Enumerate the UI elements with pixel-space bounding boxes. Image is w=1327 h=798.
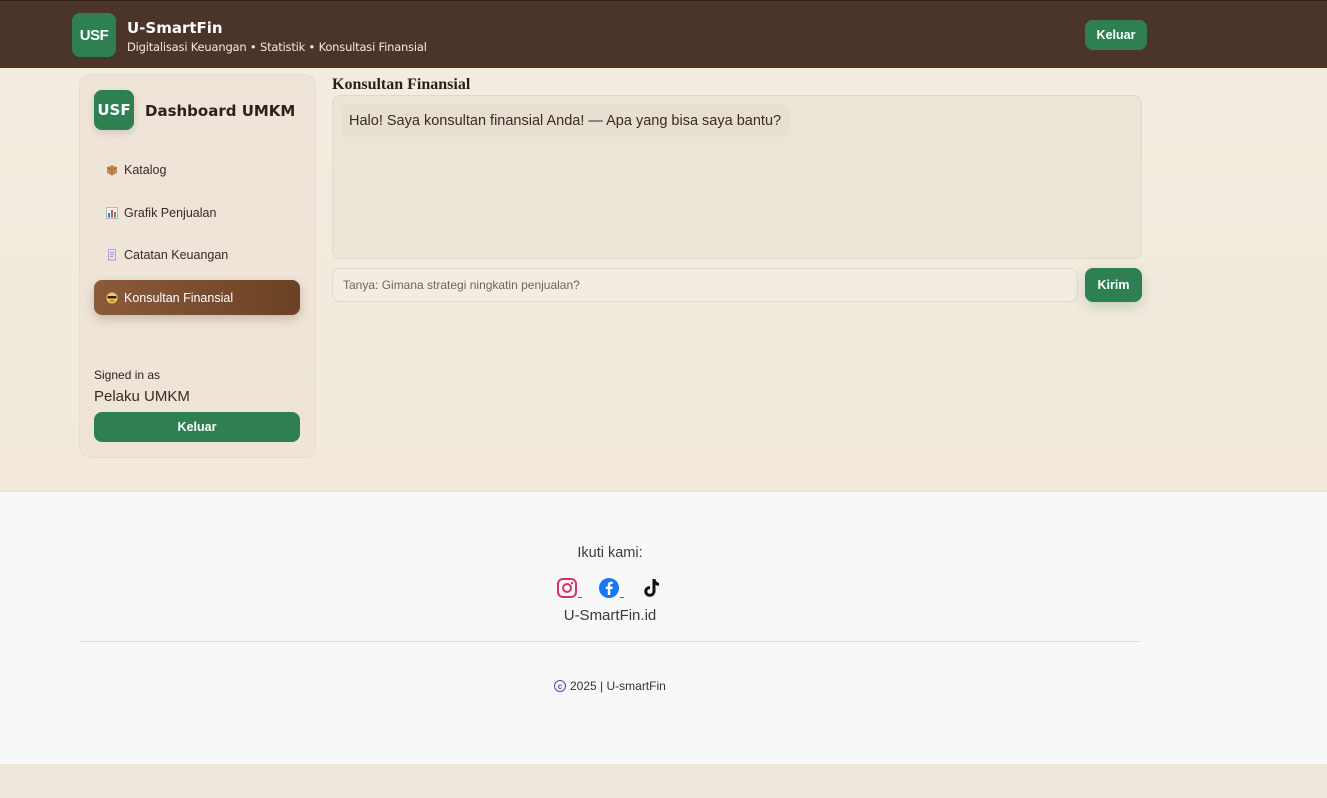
- top-header: USF U-SmartFin Digitalisasi Keuangan • S…: [0, 0, 1327, 68]
- social-handle: U-SmartFin.id: [563, 607, 657, 624]
- chat-message-area[interactable]: Halo! Saya konsultan finansial Anda! — A…: [332, 95, 1142, 259]
- footer-divider: [79, 641, 1140, 642]
- instagram-icon[interactable]: [556, 577, 588, 599]
- copyright: c 2025 | U-smartFin: [554, 679, 666, 693]
- follow-label: Ikuti kami:: [577, 545, 643, 561]
- sidebar-item-katalog[interactable]: Katalog: [94, 152, 300, 187]
- consultant-icon: [105, 291, 119, 305]
- brand-subtitle: Digitalisasi Keuangan • Statistik • Kons…: [127, 40, 427, 54]
- bottom-strip: [0, 764, 1327, 798]
- bar-chart-icon: [105, 206, 119, 220]
- sidebar-title: Dashboard UMKM: [145, 102, 296, 120]
- copyright-icon: c: [554, 680, 566, 692]
- header-logout-button[interactable]: Keluar: [1085, 20, 1147, 50]
- receipt-icon: [105, 248, 119, 262]
- sidebar-logout-button[interactable]: Keluar: [94, 412, 300, 442]
- sidebar-logo: USF: [94, 90, 134, 130]
- bot-message-bubble: Halo! Saya konsultan finansial Anda! — A…: [341, 104, 790, 137]
- send-button[interactable]: Kirim: [1085, 268, 1142, 302]
- chat-input[interactable]: [332, 268, 1078, 302]
- sidebar-item-label: Catatan Keuangan: [124, 247, 229, 262]
- social-links: [556, 577, 672, 599]
- copyright-text: 2025 | U-smartFin: [570, 679, 666, 693]
- tiktok-icon[interactable]: [640, 577, 672, 599]
- brand-logo[interactable]: USF: [72, 13, 116, 57]
- sidebar-item-label: Konsultan Finansial: [124, 290, 234, 305]
- sidebar-item-label: Grafik Penjualan: [124, 205, 217, 220]
- facebook-icon[interactable]: [598, 577, 630, 599]
- signed-in-user: Pelaku UMKM: [94, 388, 190, 405]
- sidebar-item-grafik-penjualan[interactable]: Grafik Penjualan: [94, 195, 300, 230]
- package-icon: [105, 163, 119, 177]
- sidebar-item-konsultan-finansial[interactable]: Konsultan Finansial: [94, 280, 300, 315]
- sidebar-item-label: Katalog: [124, 162, 167, 177]
- footer: Ikuti kami: U-SmartFin.id c 2025 | U-sma…: [0, 491, 1327, 764]
- brand-title: U-SmartFin: [127, 19, 223, 37]
- sidebar-item-catatan-keuangan[interactable]: Catatan Keuangan: [94, 237, 300, 272]
- main-area: USF Dashboard UMKM Katalog Grafik Penjua…: [0, 68, 1327, 491]
- chat-title: Konsultan Finansial: [332, 76, 471, 93]
- sidebar: USF Dashboard UMKM Katalog Grafik Penjua…: [79, 74, 316, 458]
- signed-in-label: Signed in as: [94, 368, 161, 382]
